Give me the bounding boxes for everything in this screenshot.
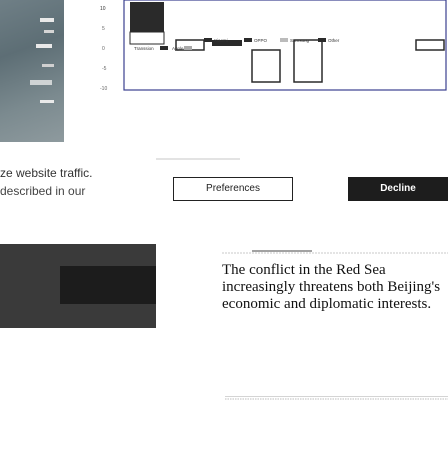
legend-swatch-apple	[184, 46, 192, 50]
y-tick-top: 10	[100, 6, 106, 12]
article-headline[interactable]: The conflict in the Red Sea increasingly…	[222, 262, 442, 313]
consent-text-line1: ze website traffic.	[0, 166, 93, 180]
article-image-left	[0, 0, 64, 142]
y-tick-2: 5	[102, 26, 105, 32]
legend-swatch-transsion	[160, 46, 168, 50]
next-article-card[interactable]	[225, 396, 448, 449]
legend-xiaomi: Xiaomi	[214, 38, 228, 43]
preferences-button[interactable]: Preferences	[173, 177, 293, 201]
legend-swatch-other	[318, 38, 326, 42]
legend-swatch-oppo	[244, 38, 252, 42]
decline-button[interactable]: Decline	[348, 177, 448, 201]
bar-4	[293, 39, 323, 83]
y-tick-3: 0	[102, 46, 105, 52]
bar-1-lower	[129, 31, 165, 45]
legend-oppo: OPPO	[254, 38, 268, 43]
bar-right	[415, 39, 445, 51]
market-share-chart: 10 5 0 -5 -10 Xiaomi OPPO Samsung Other …	[88, 0, 448, 112]
bar-3	[251, 49, 281, 83]
y-tick-4: -5	[102, 66, 107, 72]
article-image-inner	[60, 266, 156, 304]
legend-swatch-xiaomi	[204, 38, 212, 42]
divider	[156, 158, 240, 160]
legend-swatch-samsung	[280, 38, 288, 42]
article-top-chart-edge	[222, 250, 448, 256]
consent-text-line2[interactable]: described in our	[0, 184, 85, 198]
y-tick-5: -10	[100, 86, 107, 92]
legend-apple: Apple	[172, 46, 184, 51]
legend-other: Other	[328, 38, 340, 43]
chart-frame	[123, 0, 447, 91]
legend-samsung: Samsung	[290, 38, 310, 43]
legend-transsion: Transsion	[134, 46, 154, 51]
article-image-dark	[0, 244, 156, 328]
